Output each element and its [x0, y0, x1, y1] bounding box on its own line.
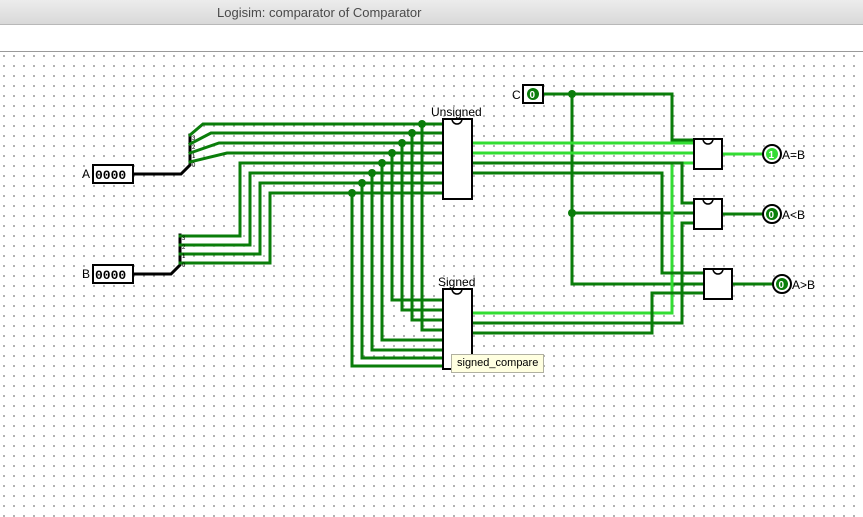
input-b-value: 0000 — [95, 268, 126, 283]
svg-text:1: 1 — [192, 154, 196, 160]
wires-a — [187, 122, 445, 332]
mux-greater[interactable] — [703, 268, 733, 300]
input-a-label: A — [82, 167, 90, 181]
input-pin-c[interactable]: C 0 — [512, 84, 544, 104]
circuit-schematic[interactable]: 3 2 1 0 3 2 1 0 A 0000 B 0000 C 0 Unsign… — [0, 0, 863, 517]
input-a-value: 0000 — [95, 168, 126, 183]
svg-text:0: 0 — [192, 163, 196, 169]
input-c-label: C — [512, 88, 521, 102]
input-b-label: B — [82, 267, 90, 281]
output-pin-equal[interactable]: 1 A=B — [762, 144, 805, 164]
input-pin-b[interactable]: B 0000 — [82, 264, 134, 284]
mux-less[interactable] — [693, 198, 723, 230]
output-equal-label: A=B — [782, 148, 805, 162]
wires-mux — [470, 161, 774, 335]
bus-b — [131, 233, 182, 276]
wires-b — [178, 161, 445, 368]
unsigned-label: Unsigned — [431, 105, 482, 119]
output-pin-less[interactable]: 0 A<B — [762, 204, 805, 224]
mux-equal[interactable] — [693, 138, 723, 170]
output-less-label: A<B — [782, 208, 805, 222]
output-less-value: 0 — [769, 210, 775, 221]
input-pin-a[interactable]: A 0000 — [82, 164, 134, 184]
output-pin-greater[interactable]: 0 A>B — [772, 274, 815, 294]
bus-a — [131, 133, 192, 176]
wires-select — [542, 92, 706, 286]
signed-label: Signed — [438, 275, 475, 289]
output-equal-value: 1 — [769, 150, 775, 161]
component-tooltip: signed_compare — [451, 354, 545, 373]
output-greater-label: A>B — [792, 278, 815, 292]
input-c-value: 0 — [530, 90, 536, 101]
output-greater-value: 0 — [779, 280, 785, 291]
